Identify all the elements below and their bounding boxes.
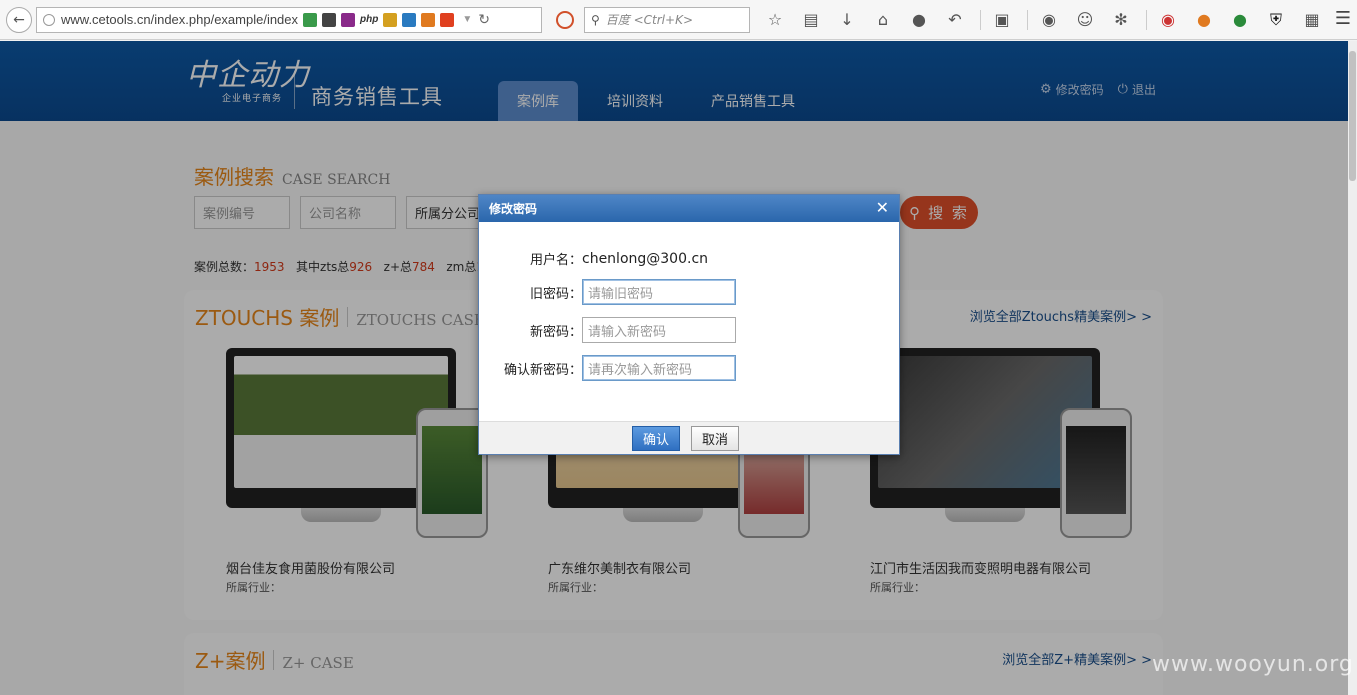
flame-icon[interactable] <box>440 12 455 27</box>
old-password-row: 旧密码： 请输旧密码 <box>479 279 736 305</box>
url-text: www.cetools.cn/index.php/example/index <box>61 12 299 27</box>
face-icon[interactable]: ☺ <box>1074 9 1096 31</box>
username-label: 用户名： <box>529 253 582 268</box>
scrollbar-thumb[interactable] <box>1349 51 1356 181</box>
adblock-icon[interactable] <box>556 10 574 29</box>
php-icon[interactable]: php <box>360 14 378 25</box>
address-bar[interactable]: www.cetools.cn/index.php/example/index p… <box>36 6 542 33</box>
toolbar-divider <box>1146 9 1147 30</box>
bookmark-star-icon[interactable]: ☆ <box>764 9 786 31</box>
hamburger-menu-icon[interactable]: ☰ <box>1335 8 1351 29</box>
confirm-button[interactable]: 确认 <box>632 426 680 451</box>
chart-extension-icon[interactable] <box>421 12 436 27</box>
home-icon[interactable]: ⌂ <box>872 9 894 31</box>
username-value: chenlong@300.cn <box>582 250 709 267</box>
chat-icon[interactable]: ● <box>908 9 930 31</box>
watermark: www.wooyun.org <box>1152 652 1354 677</box>
toolbar-divider <box>980 9 981 30</box>
back-arrow-icon[interactable]: ← <box>6 6 32 33</box>
globe-icon <box>43 13 55 26</box>
search-icon: ⚲ <box>591 12 600 27</box>
cancel-button[interactable]: 取消 <box>691 426 739 451</box>
swirl-icon[interactable] <box>402 12 417 27</box>
new-password-label: 新密码： <box>529 324 582 340</box>
download-icon[interactable]: ↓ <box>836 9 858 31</box>
change-password-dialog: 修改密码 ✕ 用户名： chenlong@300.cn 旧密码： 请输旧密码 新… <box>478 194 900 455</box>
new-password-input[interactable]: 请输入新密码 <box>582 317 736 343</box>
reload-icon[interactable]: ↻ <box>478 11 490 28</box>
browser-search-input[interactable]: ⚲ 百度 <Ctrl+K> <box>584 6 750 33</box>
shield-extension-icon[interactable]: ⛨ <box>1265 9 1287 31</box>
bug-icon[interactable]: ✻ <box>1110 9 1132 31</box>
confirm-password-label: 确认新密码： <box>503 362 582 378</box>
grid-extension-icon[interactable]: ▦ <box>1301 9 1323 31</box>
browser-toolbar: ← www.cetools.cn/index.php/example/index… <box>0 0 1357 40</box>
qr-code-icon[interactable] <box>322 12 337 27</box>
toolbar-divider <box>1027 9 1028 30</box>
old-password-label: 旧密码： <box>529 286 582 302</box>
orange-extension-icon[interactable]: ● <box>1193 9 1215 31</box>
green-extension-icon[interactable]: ● <box>1229 9 1251 31</box>
dialog-header: 修改密码 ✕ <box>479 195 899 222</box>
undo-icon[interactable]: ↶ <box>944 9 966 31</box>
new-password-row: 新密码： 请输入新密码 <box>479 317 736 343</box>
crop-icon[interactable]: ▣ <box>991 9 1013 31</box>
browser-search-placeholder: 百度 <Ctrl+K> <box>605 13 693 27</box>
dialog-title: 修改密码 <box>489 202 538 216</box>
clipboard-icon[interactable]: ▤ <box>800 9 822 31</box>
username-row: 用户名： chenlong@300.cn <box>479 249 709 269</box>
confirm-password-row: 确认新密码： 请再次输入新密码 <box>479 355 736 381</box>
confirm-password-input[interactable]: 请再次输入新密码 <box>582 355 736 381</box>
old-password-input[interactable]: 请输旧密码 <box>582 279 736 305</box>
speech-bubble-icon[interactable]: ◉ <box>1038 9 1060 31</box>
x-extension-icon[interactable] <box>383 12 398 27</box>
dropdown-arrow-icon[interactable]: ▼ <box>462 14 472 25</box>
close-icon[interactable]: ✕ <box>876 198 889 217</box>
shield-icon[interactable] <box>303 12 318 27</box>
feather-icon[interactable] <box>341 12 356 27</box>
page-scrollbar[interactable] <box>1348 41 1357 695</box>
red-mask-icon[interactable]: ◉ <box>1157 9 1179 31</box>
dialog-footer: 确认 取消 <box>479 421 899 454</box>
dialog-body: 用户名： chenlong@300.cn 旧密码： 请输旧密码 新密码： 请输入… <box>479 222 899 422</box>
